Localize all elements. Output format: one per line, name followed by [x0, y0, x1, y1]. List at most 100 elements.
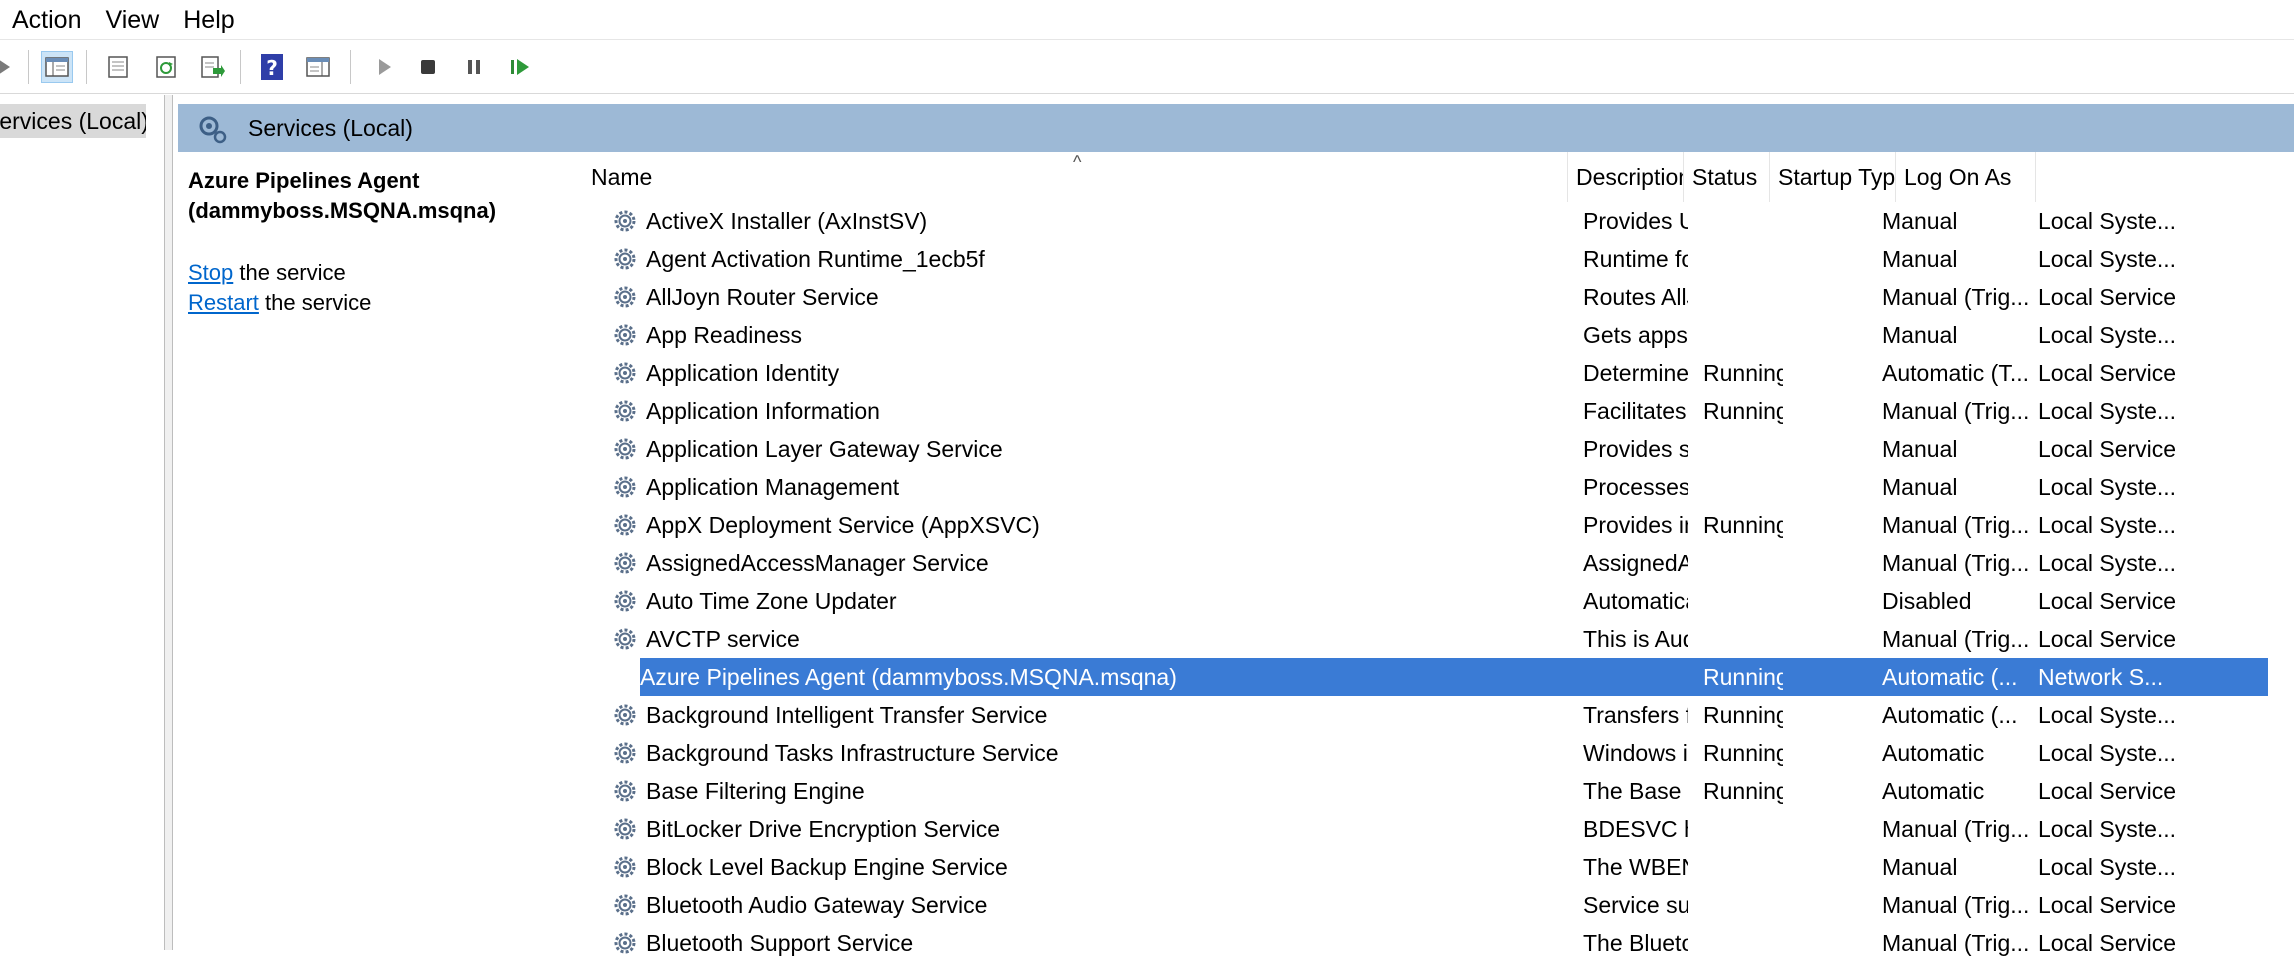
- service-startup-type: Manual (Trig...: [1882, 892, 2030, 918]
- services-gear-icon: [196, 113, 228, 150]
- service-startup-type: Manual: [1882, 474, 1958, 500]
- column-header-description-label: Description: [1576, 164, 1684, 190]
- service-description: Provides su...: [1583, 436, 1688, 462]
- service-name: Bluetooth Support Service: [646, 930, 914, 956]
- table-row[interactable]: Background Tasks Infrastructure Service W…: [583, 734, 2208, 772]
- table-row[interactable]: Bluetooth Audio Gateway Service Service s…: [583, 886, 2208, 924]
- show-hide-console-tree-icon[interactable]: [41, 51, 73, 83]
- column-header-description[interactable]: Description: [1568, 152, 1684, 202]
- service-name: Bluetooth Audio Gateway Service: [646, 892, 988, 918]
- service-gear-icon: [611, 548, 641, 578]
- table-row[interactable]: Base Filtering Engine The Base Fil... Runn…: [583, 772, 2208, 810]
- service-log-on-as: Local Syste...: [2038, 474, 2177, 500]
- table-row[interactable]: Application Identity Determines ... Runnin…: [583, 354, 2208, 392]
- service-name: Auto Time Zone Updater: [646, 588, 897, 614]
- service-name: Base Filtering Engine: [646, 778, 865, 804]
- service-name: AssignedAccessManager Service: [646, 550, 989, 576]
- table-row[interactable]: ActiveX Installer (AxInstSV) Provides Us.…: [583, 202, 2208, 240]
- menu-help[interactable]: Help: [171, 0, 246, 40]
- export-list-icon[interactable]: [196, 51, 228, 83]
- stop-service-icon[interactable]: [412, 51, 444, 83]
- menu-action[interactable]: Action: [0, 0, 93, 40]
- service-log-on-as: Local Syste...: [2038, 816, 2177, 842]
- service-description: Service sup...: [1583, 892, 1688, 918]
- table-row[interactable]: AVCTP service This is Audi... Manual (Trig…: [583, 620, 2208, 658]
- column-header-log-on-as[interactable]: Log On As: [1896, 152, 2036, 202]
- service-startup-type: Automatic (...: [1882, 664, 2018, 690]
- services-banner: Services (Local): [178, 104, 2294, 152]
- service-description: AssignedAc...: [1583, 550, 1688, 576]
- table-row[interactable]: Application Information Facilitates t... R…: [583, 392, 2208, 430]
- resume-service-icon[interactable]: [504, 51, 536, 83]
- service-description: This is Audi...: [1583, 626, 1688, 652]
- table-row[interactable]: Application Layer Gateway Service Provide…: [583, 430, 2208, 468]
- tree-node-services-local[interactable]: Services (Local): [0, 104, 146, 138]
- service-status: Running: [1703, 512, 1783, 538]
- menu-view[interactable]: View: [93, 0, 171, 40]
- service-log-on-as: Local Syste...: [2038, 246, 2177, 272]
- service-startup-type: Manual (Trig...: [1882, 398, 2030, 424]
- service-name: Background Intelligent Transfer Service: [646, 702, 1048, 728]
- table-row[interactable]: AppX Deployment Service (AppXSVC) Provide…: [583, 506, 2208, 544]
- service-log-on-as: Network S...: [2038, 664, 2164, 690]
- column-header-startup-label: Startup Type: [1778, 164, 1896, 190]
- service-log-on-as: Local Service: [2038, 892, 2177, 918]
- table-row[interactable]: BitLocker Drive Encryption Service BDESVC…: [583, 810, 2208, 848]
- show-hide-action-pane-icon[interactable]: [302, 51, 334, 83]
- column-header-status[interactable]: Status: [1684, 152, 1770, 202]
- service-log-on-as: Local Syste...: [2038, 740, 2177, 766]
- service-description: Facilitates t...: [1583, 398, 1688, 424]
- service-gear-icon: [611, 814, 641, 844]
- table-row[interactable]: Application Management Processes in... Man…: [583, 468, 2208, 506]
- table-row[interactable]: AssignedAccessManager Service AssignedAc.…: [583, 544, 2208, 582]
- tree-node-label: Services (Local): [0, 108, 146, 134]
- list-header: ^ Name Description Status Startup Type L…: [583, 152, 2294, 202]
- console-tree: Services (Local): [0, 95, 165, 950]
- service-gear-icon: [611, 586, 641, 616]
- pause-service-icon[interactable]: [458, 51, 490, 83]
- table-row[interactable]: Block Level Backup Engine Service The WBE…: [583, 848, 2208, 886]
- service-startup-type: Automatic: [1882, 778, 1985, 804]
- table-row[interactable]: App Readiness Gets apps re... Manual Local …: [583, 316, 2208, 354]
- service-name: Azure Pipelines Agent (dammyboss.MSQNA.m…: [640, 664, 1177, 690]
- column-header-startup-type[interactable]: Startup Type: [1770, 152, 1896, 202]
- table-row-selected[interactable]: Azure Pipelines Agent (dammyboss.MSQNA.m…: [614, 658, 2268, 696]
- table-row[interactable]: Auto Time Zone Updater Automatica... Disab…: [583, 582, 2208, 620]
- service-status: Running: [1703, 778, 1783, 804]
- service-gear-icon: [611, 282, 641, 312]
- service-description: Provides inf...: [1583, 512, 1688, 538]
- service-log-on-as: Local Service: [2038, 360, 2177, 386]
- stop-link[interactable]: Stop: [188, 260, 233, 285]
- refresh-icon[interactable]: [150, 51, 182, 83]
- service-name: Application Management: [646, 474, 900, 500]
- stop-action: Stop the service: [188, 258, 346, 288]
- forward-icon[interactable]: [0, 51, 20, 83]
- help-icon[interactable]: ?: [256, 51, 288, 83]
- start-service-icon[interactable]: [368, 51, 400, 83]
- service-startup-type: Manual (Trig...: [1882, 284, 2030, 310]
- table-row[interactable]: Agent Activation Runtime_1ecb5f Runtime f…: [583, 240, 2208, 278]
- service-log-on-as: Local Service: [2038, 588, 2177, 614]
- service-gear-icon: [611, 358, 641, 388]
- service-name: Agent Activation Runtime_1ecb5f: [646, 246, 985, 272]
- service-startup-type: Manual (Trig...: [1882, 512, 2030, 538]
- service-status: Running: [1703, 360, 1783, 386]
- properties-icon[interactable]: [102, 51, 134, 83]
- menu-bar: Action View Help: [0, 0, 2294, 40]
- service-name: Application Layer Gateway Service: [646, 436, 1003, 462]
- table-row[interactable]: Background Intelligent Transfer Service T…: [583, 696, 2208, 734]
- table-row[interactable]: Bluetooth Support Service The Bluetoo... M…: [583, 924, 2208, 962]
- service-log-on-as: Local Syste...: [2038, 398, 2177, 424]
- service-startup-type: Manual: [1882, 854, 1958, 880]
- service-detail-pane: Azure Pipelines Agent (dammyboss.MSQNA.m…: [178, 152, 583, 950]
- service-description: Runtime for...: [1583, 246, 1688, 272]
- table-row[interactable]: AllJoyn Router Service Routes AllJo... Man…: [583, 278, 2208, 316]
- service-log-on-as: Local Service: [2038, 284, 2177, 310]
- stop-link-suffix: the service: [233, 260, 346, 285]
- service-gear-icon: [611, 890, 641, 920]
- service-log-on-as: Local Service: [2038, 778, 2177, 804]
- column-header-name[interactable]: Name: [583, 152, 1568, 202]
- restart-link[interactable]: Restart: [188, 290, 259, 315]
- pane-splitter[interactable]: [165, 95, 173, 950]
- service-name: ActiveX Installer (AxInstSV): [646, 208, 928, 234]
